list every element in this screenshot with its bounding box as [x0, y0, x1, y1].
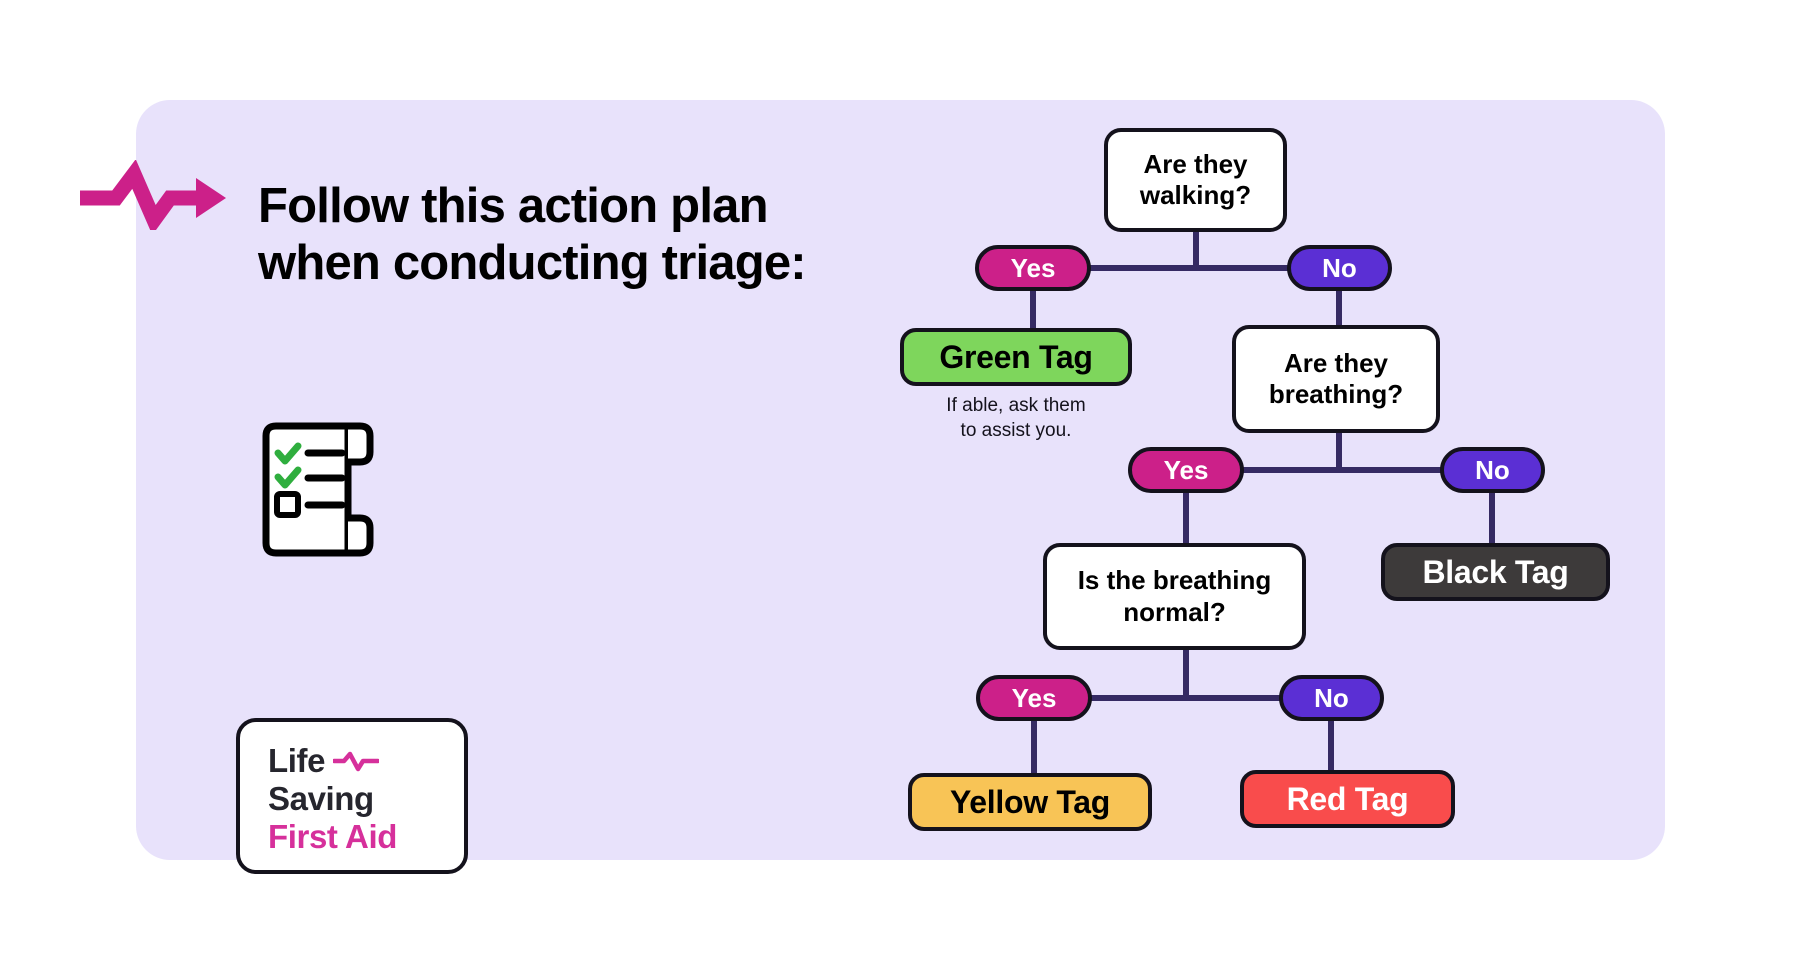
branch-label: Yes: [1163, 454, 1209, 485]
question-label: Is the breathing normal?: [1077, 565, 1272, 627]
branch-label: Yes: [1010, 252, 1056, 283]
question-node-walking[interactable]: Are they walking?: [1104, 128, 1287, 232]
question-node-breathing[interactable]: Are they breathing?: [1232, 325, 1440, 433]
branch-label: No: [1475, 454, 1510, 485]
logo-line-2: Saving: [268, 782, 397, 815]
outcome-green-tag[interactable]: Green Tag: [900, 328, 1132, 386]
branch-yes-normal[interactable]: Yes: [976, 675, 1092, 721]
question-node-breathing-normal[interactable]: Is the breathing normal?: [1043, 543, 1306, 650]
outcome-label: Black Tag: [1422, 553, 1569, 590]
branch-label: No: [1314, 682, 1349, 713]
heartbeat-arrow-icon: [80, 160, 226, 230]
branch-no-walking[interactable]: No: [1287, 245, 1392, 291]
question-label: Are they breathing?: [1268, 347, 1404, 409]
branch-no-normal[interactable]: No: [1279, 675, 1384, 721]
outcome-label: Red Tag: [1286, 780, 1409, 817]
logo-line-3: First Aid: [268, 820, 397, 853]
outcome-red-tag[interactable]: Red Tag: [1240, 770, 1455, 828]
logo-line-1: Life: [268, 744, 397, 777]
green-tag-note: If able, ask them to assist you.: [946, 395, 1086, 441]
logo-word-life: Life: [268, 742, 326, 779]
branch-yes-breathing[interactable]: Yes: [1128, 447, 1244, 493]
branch-label: Yes: [1011, 682, 1057, 713]
logo-word-saving: Saving: [268, 780, 374, 817]
outcome-black-tag[interactable]: Black Tag: [1381, 543, 1610, 601]
branch-no-breathing[interactable]: No: [1440, 447, 1545, 493]
question-label: Are they walking?: [1139, 148, 1252, 210]
logo-word-first-aid: First Aid: [268, 818, 398, 855]
heartbeat-icon: [333, 751, 380, 771]
brand-logo-card: Life Saving First Aid: [236, 718, 468, 874]
outcome-label: Green Tag: [939, 338, 1093, 375]
checklist-scroll-icon: [262, 422, 374, 557]
page-title: Follow this action plan when conducting …: [258, 179, 807, 290]
outcome-yellow-tag[interactable]: Yellow Tag: [908, 773, 1152, 831]
branch-yes-walking[interactable]: Yes: [975, 245, 1091, 291]
branch-label: No: [1322, 252, 1357, 283]
outcome-label: Yellow Tag: [949, 783, 1110, 820]
